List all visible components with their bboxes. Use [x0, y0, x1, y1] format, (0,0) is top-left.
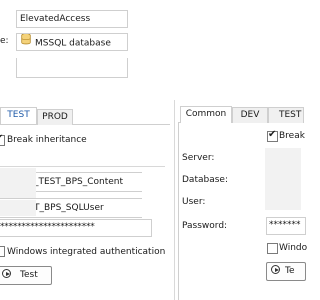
tab-dev[interactable]: DEV [232, 107, 268, 123]
database-label: Database: [182, 175, 228, 185]
windows-auth-label: Windows integrated authentication [7, 247, 166, 257]
type-value: MSSQL database [35, 38, 111, 49]
server-label: Server: [182, 153, 215, 163]
server-field-underline [0, 166, 165, 167]
break-label: Break [279, 131, 305, 141]
left-panel-body: Break inheritance _TEST_BPS_Content T_BP… [0, 124, 170, 300]
user-label: User: [182, 197, 206, 207]
break-inheritance-label: Break inheritance [7, 135, 87, 145]
test-connection-button[interactable]: Test [0, 266, 52, 285]
right-test-button[interactable]: Te [266, 262, 306, 281]
right-play-icon [271, 265, 280, 274]
right-password-field[interactable]: ******* [266, 217, 306, 235]
tab-test-right[interactable]: TEST [268, 107, 304, 123]
tab-prod[interactable]: PROD [37, 109, 73, 125]
database-blurred-prefix [0, 168, 36, 200]
tab-common[interactable]: Common [180, 106, 232, 123]
play-icon [2, 269, 11, 278]
password-field[interactable]: ********************** [0, 219, 152, 237]
right-password-value: ******* [269, 220, 301, 230]
break-inheritance-checkbox[interactable] [0, 133, 5, 146]
alias-value: ElevatedAccess [20, 14, 91, 24]
user-value: T_BPS_SQLUser [34, 203, 104, 213]
type-label: e: [0, 36, 9, 46]
right-blurred-fields [265, 148, 301, 210]
right-panel-body: Break Server: Database: User: Password: … [178, 122, 307, 300]
test-button-label: Test [20, 270, 38, 280]
database-value: _TEST_BPS_Content [34, 177, 124, 187]
user-blurred-prefix [0, 200, 36, 216]
password-value: ********************** [0, 222, 95, 232]
break-checkbox[interactable] [267, 129, 278, 142]
database-icon [21, 34, 31, 50]
tab-test[interactable]: TEST [0, 107, 37, 124]
right-windows-checkbox[interactable] [267, 243, 278, 254]
right-windows-label: Windo [279, 243, 308, 253]
panel-divider [174, 100, 175, 300]
alias-field[interactable]: ElevatedAccess [16, 10, 128, 28]
windows-auth-checkbox[interactable] [0, 246, 5, 257]
password-label: Password: [182, 221, 228, 231]
type-select[interactable]: MSSQL database [16, 33, 128, 51]
right-test-button-label: Te [285, 266, 295, 276]
empty-field[interactable] [16, 58, 128, 78]
